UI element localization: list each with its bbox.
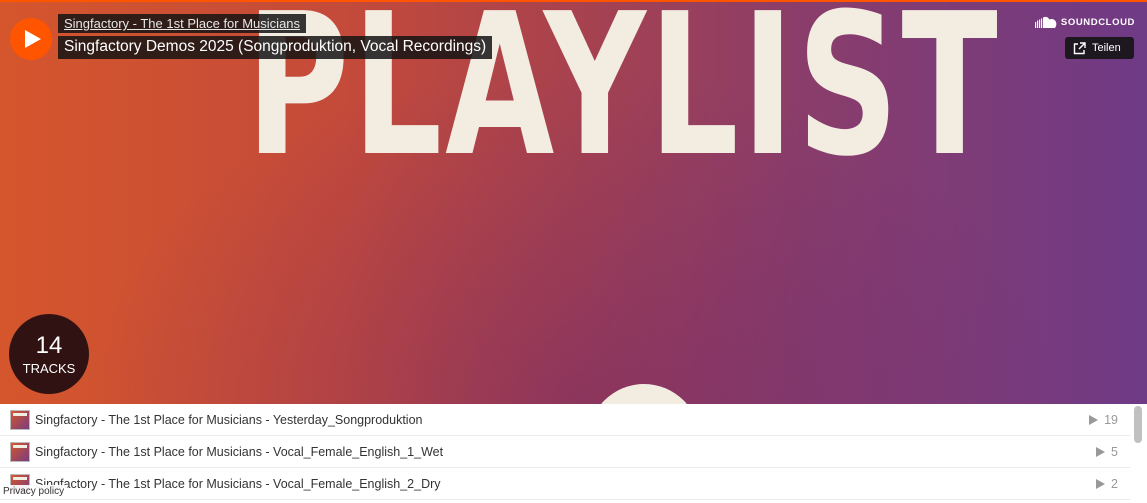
scrollbar-thumb[interactable]: [1134, 406, 1142, 443]
play-count-icon: [1089, 414, 1099, 425]
top-accent-line: [0, 0, 1147, 2]
track-thumbnail: [10, 442, 30, 462]
track-title: Singfactory - The 1st Place for Musician…: [35, 444, 444, 459]
tracks-count-badge: 14 TRACKS: [9, 314, 89, 394]
track-play-count: 2: [1096, 477, 1118, 491]
artwork-text: PLAYLIST: [246, 2, 1001, 200]
playlist-title: Singfactory Demos 2025 (Songproduktion, …: [58, 36, 493, 59]
artwork-shape: [588, 384, 700, 404]
play-count-icon: [1096, 446, 1106, 457]
soundcloud-logo[interactable]: SOUNDCLOUD: [1034, 16, 1135, 28]
track-row[interactable]: Singfactory - The 1st Place for Musician…: [0, 468, 1130, 500]
track-list: Singfactory - The 1st Place for Musician…: [0, 404, 1130, 503]
soundcloud-cloud-icon: [1034, 16, 1057, 28]
share-icon: [1073, 41, 1086, 54]
tracks-count-label: TRACKS: [22, 360, 76, 376]
artist-link[interactable]: Singfactory - The 1st Place for Musician…: [58, 14, 307, 33]
track-title: Singfactory - The 1st Place for Musician…: [35, 412, 423, 427]
brand-name: SOUNDCLOUD: [1060, 16, 1135, 28]
track-row[interactable]: Singfactory - The 1st Place for Musician…: [0, 436, 1130, 468]
track-thumbnail: [10, 410, 30, 430]
track-play-count: 5: [1096, 445, 1118, 459]
share-label: Teilen: [1092, 42, 1121, 54]
play-count-value: 5: [1111, 444, 1118, 459]
track-row[interactable]: Singfactory - The 1st Place for Musician…: [0, 404, 1130, 436]
tracks-count-number: 14: [35, 331, 63, 359]
track-title: Singfactory - The 1st Place for Musician…: [35, 476, 441, 491]
play-count-value: 19: [1104, 412, 1118, 427]
play-icon: [24, 30, 41, 48]
share-button[interactable]: Teilen: [1065, 37, 1134, 59]
play-count-value: 2: [1111, 476, 1118, 491]
play-button[interactable]: [10, 18, 52, 60]
playlist-artwork: PLAYLIST: [0, 2, 1147, 404]
play-count-icon: [1096, 478, 1106, 489]
privacy-policy-link[interactable]: Privacy policy: [0, 485, 68, 498]
track-play-count: 19: [1089, 413, 1118, 427]
